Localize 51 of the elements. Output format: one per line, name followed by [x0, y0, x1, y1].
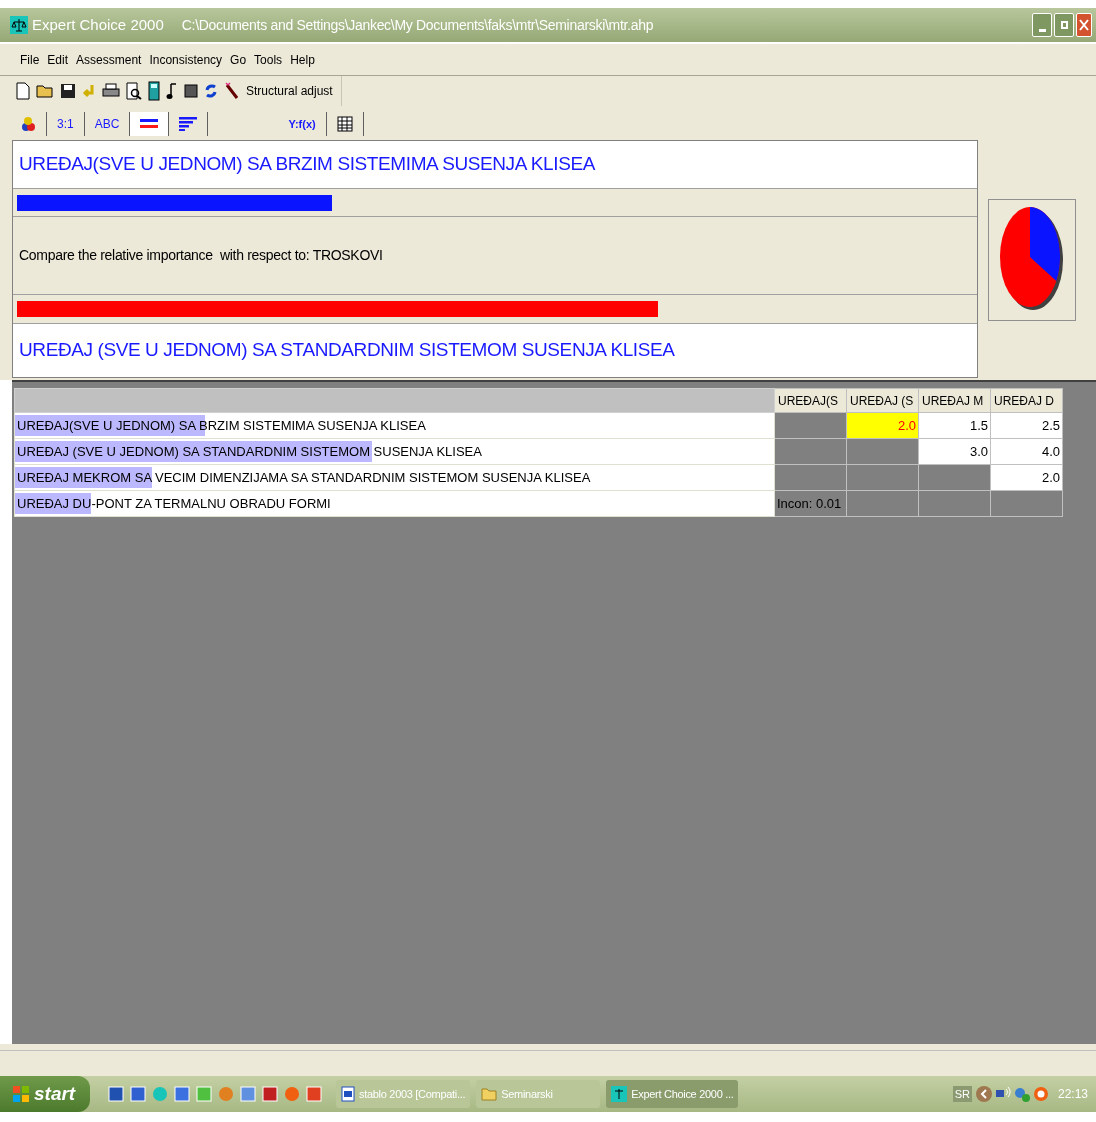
row-label: UREĐAJ(SVE U JEDNOM) SA BRZIM SISTEMIMA SUSENJA KLISEA [16, 417, 426, 433]
folder-icon [481, 1087, 498, 1101]
judgment-cell[interactable]: 2.5 [990, 412, 1063, 439]
judgment-cell[interactable]: 3.0 [918, 438, 991, 465]
save-icon[interactable] [60, 83, 76, 99]
file-path: C:\Documents and Settings\Jankec\My Documents\faks\mtr\Seminarski\mtr.ahp [181, 15, 654, 35]
print-preview-icon[interactable] [126, 82, 142, 100]
restore-button[interactable] [1054, 13, 1074, 37]
column-header: UREĐAJ D [990, 388, 1063, 413]
comparison-item: UREĐAJ(SVE U JEDNOM) SA BRZIM SISTEMIMA SUSENJA KLISEA [19, 152, 595, 177]
inconsistency-value: Incon: 0.01 [774, 490, 847, 517]
calculator-icon[interactable] [148, 81, 160, 101]
chevron-icon[interactable] [975, 1086, 992, 1102]
comparison-question: Compare the relative importance with respect to: TROSKOVI [19, 246, 383, 265]
menu-item[interactable]: Tools [254, 50, 283, 69]
judgment-cell[interactable]: 4.0 [990, 438, 1063, 465]
judgment-cell[interactable]: 2.0 [990, 464, 1063, 491]
menu-item[interactable]: File [20, 50, 40, 69]
tab[interactable] [130, 112, 170, 136]
magic-wand-icon[interactable] [224, 82, 240, 100]
printer-icon[interactable] [102, 83, 120, 99]
row-label: UREĐAJ DU-PONT ZA TERMALNU OBRADU FORMI [16, 495, 331, 511]
new-file-icon[interactable] [16, 82, 30, 100]
colored-balls-icon [20, 115, 36, 133]
start-button[interactable]: start [0, 1076, 90, 1112]
column-header: UREĐAJ (S [846, 388, 919, 413]
menu-item[interactable]: Inconsistency [149, 50, 223, 69]
menu-item[interactable]: Edit [47, 50, 69, 69]
menu-item[interactable]: Assessment [76, 50, 142, 69]
menu-item[interactable]: Go [230, 50, 247, 69]
comparison-item: UREĐAJ (SVE U JEDNOM) SA STANDARDNIM SISTEMOM SUSENJA KLISEA [19, 338, 675, 363]
row-label: UREĐAJ MEKROM SA VECIM DIMENZIJAMA SA STANDARDNIM SISTEMOM SUSENJA KLISEA [16, 469, 591, 485]
column-header: UREĐAJ(S [774, 388, 847, 413]
judgment-cell[interactable]: 1.5 [918, 412, 991, 439]
menu-item[interactable]: Help [290, 50, 315, 69]
music-note-icon[interactable] [166, 82, 178, 100]
minimize-button[interactable] [1032, 13, 1052, 37]
refresh-icon[interactable] [204, 82, 218, 100]
close-button[interactable] [1076, 13, 1092, 37]
judgment-cell[interactable]: 2.0 [846, 412, 919, 439]
close-icon [1079, 19, 1089, 31]
window-title: Expert Choice 2000 [32, 14, 164, 35]
row-label: UREĐAJ (SVE U JEDNOM) SA STANDARDNIM SISTEMOM SUSENJA KLISEA [16, 443, 482, 459]
structural-adjust-button[interactable]: Structural adjust [246, 82, 333, 100]
bar-list-icon [179, 117, 198, 131]
windows-flag-icon [12, 1085, 30, 1103]
column-header: UREĐAJ M [918, 388, 991, 413]
open-folder-icon[interactable] [36, 83, 54, 99]
grid-icon [336, 116, 353, 132]
equals-icon [140, 118, 159, 130]
clock: 22:13 [1057, 1086, 1088, 1103]
